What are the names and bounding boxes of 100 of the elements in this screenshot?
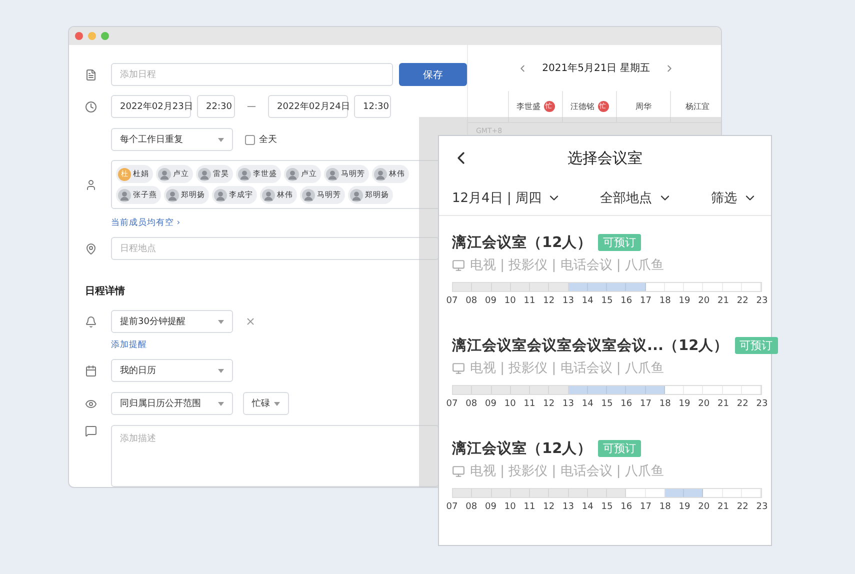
filter-dropdown[interactable]: 全部地点	[600, 188, 672, 206]
room-name[interactable]: 漓江会议室会议室会议室会议...（12人）	[452, 336, 729, 355]
availability-link[interactable]: 当前成员均有空 ›	[111, 217, 180, 229]
timeline-bar[interactable]	[452, 488, 762, 498]
hour-label: 14	[582, 296, 594, 306]
avatar	[238, 168, 251, 180]
hour-label: 12	[542, 502, 555, 512]
hour-label: 14	[582, 399, 594, 409]
maximize-icon[interactable]	[101, 32, 109, 40]
hour-label: 12	[542, 296, 555, 306]
save-button[interactable]: 保存	[399, 63, 467, 86]
hour-label: 11	[524, 502, 536, 512]
reminder-select[interactable]: 提前30分钟提醒	[111, 310, 233, 333]
hour-label: 18	[659, 296, 672, 306]
avatar	[198, 168, 211, 180]
avatar	[118, 188, 131, 202]
hour-label: 20	[698, 399, 710, 409]
close-icon[interactable]	[75, 32, 83, 40]
eye-icon	[85, 398, 97, 410]
hour-label: 10	[504, 296, 516, 306]
panel-title: 选择会议室	[568, 148, 642, 168]
avatar	[326, 168, 339, 180]
add-reminder-link[interactable]: 添加提醒	[111, 339, 147, 351]
hour-label: 16	[620, 399, 632, 409]
hour-label: 08	[465, 399, 478, 409]
location-field[interactable]: 日程地点	[111, 237, 439, 260]
start-time-field[interactable]: 22:30	[197, 95, 235, 118]
hour-label: 21	[717, 296, 730, 306]
hour-label: 09	[484, 502, 497, 512]
status-tag: 可预订	[598, 440, 642, 457]
hour-label: 16	[620, 502, 632, 512]
hour-label: 19	[678, 502, 690, 512]
monitor-icon	[452, 362, 465, 374]
hour-label: 21	[717, 399, 730, 409]
hour-label: 15	[601, 399, 613, 409]
filter-dropdown[interactable]: 12月4日 | 周四	[452, 188, 562, 206]
person-icon	[85, 178, 97, 190]
person-name: 李世盛	[516, 101, 540, 112]
avatar	[158, 168, 171, 180]
avatar	[374, 168, 387, 180]
start-date-field[interactable]: 2022年02月23日	[111, 95, 191, 118]
person-name: 杨江宜	[686, 101, 710, 112]
calendar-icon	[85, 364, 97, 376]
calendar-date: 2021年5月21日 星期五	[542, 62, 650, 75]
hour-label: 21	[717, 502, 730, 512]
monitor-icon	[452, 464, 465, 478]
hour-label: 15	[601, 296, 613, 306]
equipment-list: 电视 | 投影仪 | 电话会议 | 八爪鱼	[470, 359, 664, 377]
timeline-bar[interactable]	[452, 282, 762, 292]
hour-label: 23	[756, 296, 768, 306]
hour-label: 22	[736, 502, 749, 512]
hour-label: 09	[484, 399, 497, 409]
hour-label: 10	[504, 399, 516, 409]
avatar	[166, 188, 179, 202]
hour-label: 15	[601, 502, 613, 512]
hour-label: 17	[640, 296, 652, 306]
bell-icon	[85, 316, 97, 328]
hour-label: 07	[446, 502, 458, 512]
timeline-bar[interactable]	[452, 385, 762, 395]
room-name[interactable]: 漓江会议室（12人）	[452, 439, 592, 458]
calendar-select[interactable]: 我的日历	[111, 359, 233, 382]
hour-label: 13	[562, 502, 574, 512]
hour-label: 20	[698, 502, 710, 512]
monitor-icon	[452, 258, 465, 272]
avatar	[286, 168, 299, 180]
repeat-select[interactable]: 每个工作日重复	[111, 128, 233, 151]
hour-label: 22	[736, 399, 749, 409]
description-field[interactable]: 添加描述	[111, 425, 439, 487]
note-icon	[85, 68, 97, 80]
avatar	[214, 188, 227, 202]
hour-label: 07	[446, 296, 458, 306]
hour-label: 11	[524, 296, 536, 306]
avatar	[262, 188, 275, 202]
title-field[interactable]: 添加日程	[111, 63, 393, 86]
all-day-checkbox[interactable]	[245, 134, 255, 144]
person-name: 汪德铭	[570, 101, 594, 112]
busy-select[interactable]: 忙碌	[243, 392, 289, 415]
hour-label: 23	[756, 502, 768, 512]
hour-label: 23	[756, 399, 768, 409]
filter-dropdown[interactable]: 筛选	[711, 188, 757, 206]
end-time-field[interactable]: 12:30	[354, 95, 391, 118]
hour-label: 13	[562, 296, 574, 306]
equipment-list: 电视 | 投影仪 | 电话会议 | 八爪鱼	[470, 256, 664, 274]
hour-label: 07	[446, 399, 458, 409]
minimize-icon[interactable]	[88, 32, 96, 40]
hour-label: 10	[504, 502, 516, 512]
hour-label: 14	[582, 502, 594, 512]
all-day-label: 全天	[259, 134, 277, 146]
hour-label: 18	[659, 399, 672, 409]
end-date-field[interactable]: 2022年02月24日	[268, 95, 348, 118]
person-name: 周华	[636, 101, 652, 112]
equipment-list: 电视 | 投影仪 | 电话会议 | 八爪鱼	[470, 462, 664, 480]
hour-label: 20	[698, 296, 710, 306]
comment-icon	[85, 425, 97, 437]
avatar	[302, 188, 315, 202]
avatar	[350, 188, 363, 202]
room-name[interactable]: 漓江会议室（12人）	[452, 233, 592, 252]
visibility-select[interactable]: 同归属日历公开范围	[111, 392, 233, 415]
hour-label: 12	[542, 399, 555, 409]
close-icon[interactable]	[245, 316, 256, 327]
